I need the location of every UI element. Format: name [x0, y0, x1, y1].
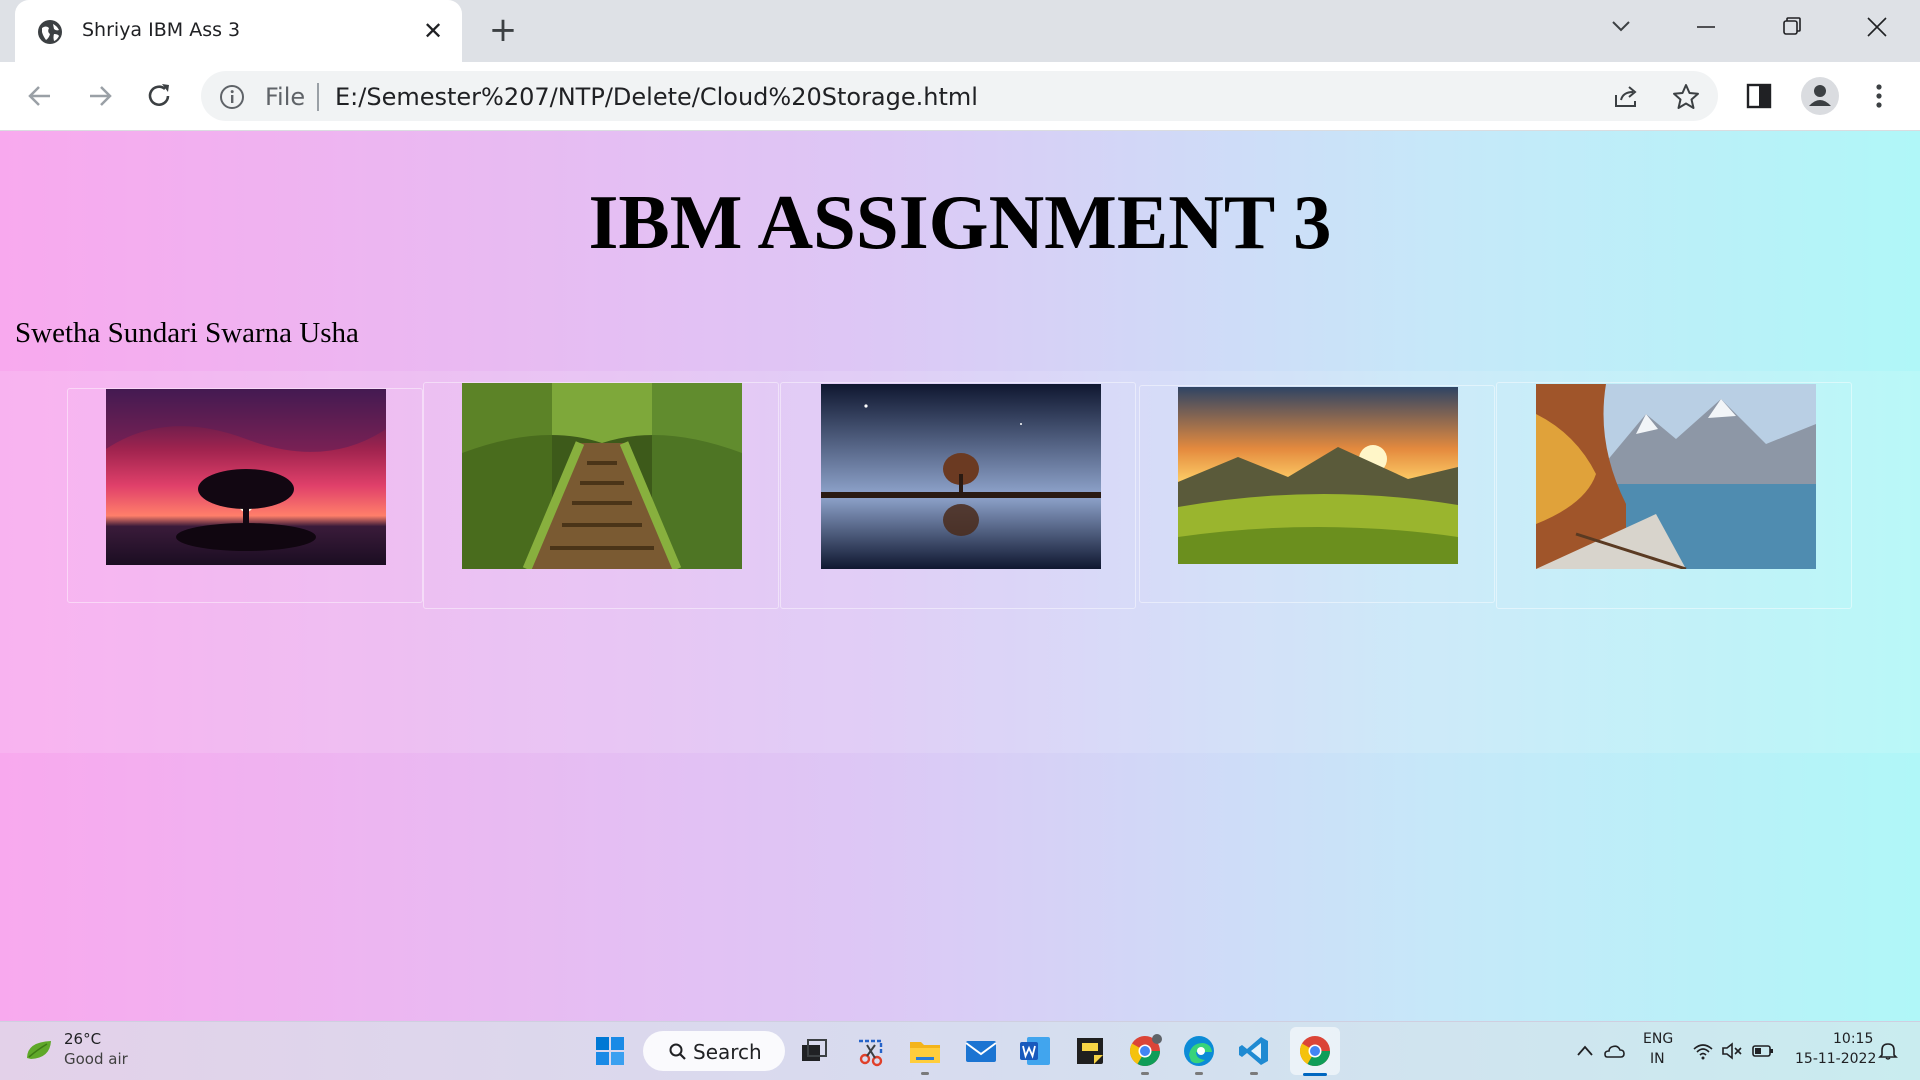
globe-icon: [38, 20, 62, 44]
close-window-icon[interactable]: [1857, 12, 1897, 42]
wifi-icon[interactable]: [1692, 1041, 1714, 1061]
vscode-icon[interactable]: [1236, 1033, 1272, 1069]
running-indicator: [1195, 1072, 1203, 1075]
share-icon[interactable]: [1611, 82, 1641, 112]
gallery-card: [67, 388, 423, 603]
chrome-icon[interactable]: [1127, 1033, 1163, 1069]
weather-temperature[interactable]: 26°C: [64, 1030, 101, 1048]
tab-search-chevron-icon[interactable]: [1601, 12, 1641, 42]
url-text[interactable]: E:/Semester%207/NTP/Delete/Cloud%20Stora…: [335, 83, 978, 111]
restore-icon[interactable]: [1771, 12, 1811, 42]
search-label: Search: [693, 1040, 762, 1064]
chrome-active-icon[interactable]: [1297, 1033, 1333, 1069]
gallery-image-mountain-sunrise: [1178, 387, 1458, 564]
gallery-image-alpine-lake: [1536, 384, 1816, 569]
clock-time[interactable]: 10:15: [1833, 1031, 1873, 1047]
battery-icon[interactable]: [1752, 1041, 1774, 1061]
page-title: IBM ASSIGNMENT 3: [588, 179, 1332, 265]
url-scheme-label: File: [265, 83, 306, 111]
forward-arrow-icon[interactable]: [80, 76, 120, 116]
file-explorer-icon[interactable]: [907, 1033, 943, 1069]
windows-taskbar: 26°C Good air Search ENG IN 10:15 15-11-…: [0, 1021, 1920, 1080]
browser-tab-strip: Shriya IBM Ass 3 ✕ +: [0, 0, 1920, 62]
gallery-image-tree-sunset: [106, 389, 386, 565]
weather-description[interactable]: Good air: [64, 1050, 128, 1068]
running-indicator: [921, 1072, 929, 1075]
author-name: Swetha Sundari Swarna Usha: [15, 317, 359, 349]
edge-icon[interactable]: [1181, 1033, 1217, 1069]
language-region[interactable]: IN: [1650, 1051, 1665, 1067]
search-icon: [669, 1043, 686, 1060]
page-viewport: IBM ASSIGNMENT 3 Swetha Sundari Swarna U…: [0, 131, 1920, 1021]
windows-start-icon[interactable]: [592, 1033, 628, 1069]
back-arrow-icon[interactable]: [20, 76, 60, 116]
profile-avatar-icon[interactable]: [1800, 76, 1840, 116]
reload-icon[interactable]: [140, 76, 180, 116]
address-bar[interactable]: File E:/Semester%207/NTP/Delete/Cloud%20…: [201, 71, 1718, 121]
gallery-image-night-tree-reflection: [821, 384, 1101, 569]
snipping-tool-icon[interactable]: [853, 1033, 889, 1069]
mail-icon[interactable]: [963, 1033, 999, 1069]
minimize-icon[interactable]: [1686, 12, 1726, 42]
bookmark-star-icon[interactable]: [1671, 82, 1701, 112]
gallery-card: [1496, 382, 1852, 609]
tab-close-icon[interactable]: ✕: [420, 18, 446, 44]
gallery-card: [423, 382, 779, 609]
browser-toolbar: File E:/Semester%207/NTP/Delete/Cloud%20…: [0, 62, 1920, 131]
new-tab-button[interactable]: +: [486, 13, 520, 47]
clock-date[interactable]: 15-11-2022: [1795, 1051, 1876, 1067]
volume-muted-icon[interactable]: [1721, 1041, 1743, 1061]
notification-bell-icon[interactable]: [1877, 1041, 1899, 1061]
gallery-card: [780, 382, 1136, 609]
weather-leaf-icon[interactable]: [25, 1038, 53, 1062]
taskbar-search-box[interactable]: Search: [643, 1031, 785, 1071]
gallery-image-forest-boardwalk: [462, 383, 742, 569]
language-code[interactable]: ENG: [1643, 1031, 1673, 1047]
chevron-up-icon[interactable]: [1574, 1041, 1596, 1061]
menu-kebab-icon[interactable]: [1861, 78, 1897, 114]
info-icon[interactable]: [219, 84, 245, 110]
word-icon[interactable]: [1017, 1033, 1053, 1069]
gallery-card: [1139, 385, 1495, 603]
running-indicator: [1250, 1072, 1258, 1075]
tab-title: Shriya IBM Ass 3: [82, 19, 241, 41]
browser-tab[interactable]: Shriya IBM Ass 3 ✕: [15, 0, 462, 62]
running-indicator: [1141, 1072, 1149, 1075]
side-panel-icon[interactable]: [1741, 78, 1777, 114]
onedrive-cloud-icon[interactable]: [1603, 1041, 1625, 1061]
omnibox-divider: [317, 83, 319, 111]
task-view-icon[interactable]: [796, 1033, 832, 1069]
active-indicator: [1303, 1073, 1327, 1076]
sticky-notes-icon[interactable]: [1072, 1033, 1108, 1069]
